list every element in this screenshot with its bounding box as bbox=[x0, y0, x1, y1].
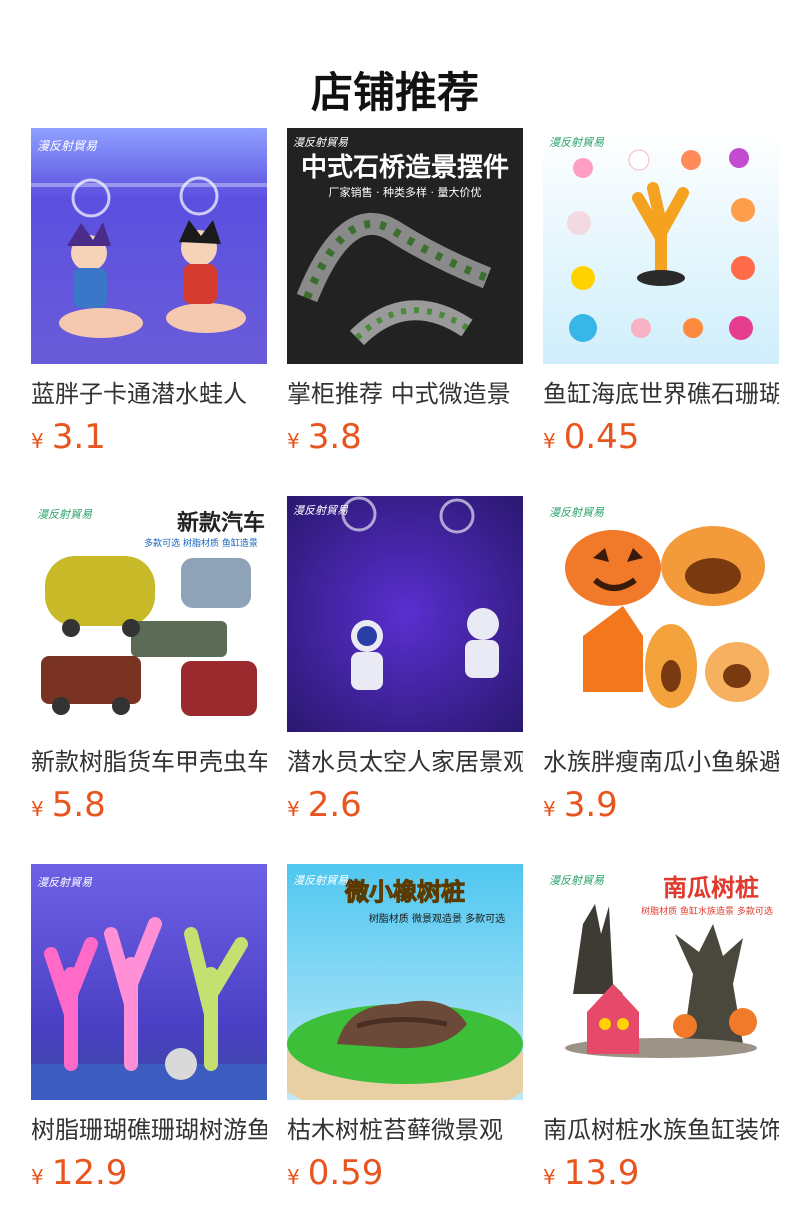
product-image[interactable]: 微小橡树桩 树脂材质 微景观造景 多款可选 漫反射貿易 bbox=[287, 864, 523, 1100]
brand-watermark: 漫反射貿易 bbox=[549, 136, 605, 149]
image-caption: 南瓜树桩 bbox=[663, 874, 759, 902]
product-card[interactable]: 漫反射貿易 鱼缸海底世界礁石珊瑚 ¥0.45 bbox=[543, 128, 779, 468]
product-title[interactable]: 潜水员太空人家居景观 bbox=[287, 744, 523, 780]
product-image[interactable]: 漫反射貿易 bbox=[31, 864, 267, 1100]
product-title[interactable]: 南瓜树桩水族鱼缸装饰 bbox=[543, 1112, 779, 1148]
price-value: 13.9 bbox=[563, 1153, 640, 1193]
brand-watermark: 漫反射貿易 bbox=[293, 136, 349, 149]
currency-symbol: ¥ bbox=[543, 1165, 556, 1189]
product-card[interactable]: 微小橡树桩 树脂材质 微景观造景 多款可选 漫反射貿易 枯木树桩苔藓微景观 ¥0… bbox=[287, 864, 523, 1204]
currency-symbol: ¥ bbox=[543, 797, 556, 821]
product-image[interactable]: 漫反射貿易 bbox=[543, 128, 779, 364]
image-subcaption: 树脂材质 鱼缸水族造景 多款可选 bbox=[641, 905, 773, 917]
currency-symbol: ¥ bbox=[287, 429, 300, 453]
image-caption: 新款汽车 bbox=[177, 510, 265, 536]
image-subcaption: 多款可选 树脂材质 鱼缸造景 bbox=[144, 537, 258, 549]
currency-symbol: ¥ bbox=[31, 429, 44, 453]
brand-watermark: 漫反射貿易 bbox=[549, 874, 605, 887]
price-value: 5.8 bbox=[51, 785, 106, 825]
product-image[interactable]: 漫反射貿易 bbox=[31, 128, 267, 364]
product-price: ¥3.9 bbox=[543, 784, 779, 826]
product-price: ¥0.45 bbox=[543, 416, 779, 458]
image-caption: 中式石桥造景摆件 bbox=[301, 153, 509, 183]
price-value: 0.45 bbox=[563, 417, 640, 457]
product-title[interactable]: 蓝胖子卡通潜水蛙人 bbox=[31, 376, 267, 412]
brand-watermark: 漫反射貿易 bbox=[37, 139, 98, 153]
product-card[interactable]: 南瓜树桩 树脂材质 鱼缸水族造景 多款可选 漫反射貿易 南瓜树桩水族鱼缸装饰 ¥… bbox=[543, 864, 779, 1204]
brand-watermark: 漫反射貿易 bbox=[293, 874, 349, 887]
product-title[interactable]: 新款树脂货车甲壳虫车 bbox=[31, 744, 267, 780]
price-value: 3.9 bbox=[563, 785, 618, 825]
product-price: ¥12.9 bbox=[31, 1152, 267, 1194]
currency-symbol: ¥ bbox=[31, 797, 44, 821]
product-image[interactable]: 漫反射貿易 bbox=[543, 496, 779, 732]
product-price: ¥0.59 bbox=[287, 1152, 523, 1194]
price-value: 12.9 bbox=[51, 1153, 128, 1193]
product-image[interactable]: 中式石桥造景摆件 厂家销售 · 种类多样 · 量大价优 漫反射貿易 bbox=[287, 128, 523, 364]
product-card[interactable]: 漫反射貿易 水族胖瘦南瓜小鱼躲避屋 ¥3.9 bbox=[543, 496, 779, 836]
product-title[interactable]: 水族胖瘦南瓜小鱼躲避屋 bbox=[543, 744, 779, 780]
product-image[interactable]: 漫反射貿易 bbox=[287, 496, 523, 732]
currency-symbol: ¥ bbox=[31, 1165, 44, 1189]
price-value: 0.59 bbox=[307, 1153, 384, 1193]
image-caption: 微小橡树桩 bbox=[344, 878, 465, 906]
product-card[interactable]: 漫反射貿易 潜水员太空人家居景观 ¥2.6 bbox=[287, 496, 523, 836]
product-title[interactable]: 枯木树桩苔藓微景观 bbox=[287, 1112, 523, 1148]
currency-symbol: ¥ bbox=[543, 429, 556, 453]
product-card[interactable]: 新款汽车 多款可选 树脂材质 鱼缸造景 漫反射貿易 新款树脂货车甲壳虫车 ¥5.… bbox=[31, 496, 267, 836]
currency-symbol: ¥ bbox=[287, 797, 300, 821]
brand-watermark: 漫反射貿易 bbox=[37, 508, 93, 521]
currency-symbol: ¥ bbox=[287, 1165, 300, 1189]
product-price: ¥2.6 bbox=[287, 784, 523, 826]
page-title: 店铺推荐 bbox=[310, 68, 479, 118]
product-price: ¥3.1 bbox=[31, 416, 267, 458]
product-image[interactable]: 南瓜树桩 树脂材质 鱼缸水族造景 多款可选 漫反射貿易 bbox=[543, 864, 779, 1100]
product-card[interactable]: 漫反射貿易 树脂珊瑚礁珊瑚树游鱼 ¥12.9 bbox=[31, 864, 267, 1204]
price-value: 3.1 bbox=[51, 417, 106, 457]
price-value: 2.6 bbox=[307, 785, 362, 825]
brand-watermark: 漫反射貿易 bbox=[549, 506, 605, 519]
product-image[interactable]: 新款汽车 多款可选 树脂材质 鱼缸造景 漫反射貿易 bbox=[31, 496, 267, 732]
product-title[interactable]: 掌柜推荐 中式微造景 bbox=[287, 376, 523, 412]
product-price: ¥5.8 bbox=[31, 784, 267, 826]
image-subcaption: 厂家销售 · 种类多样 · 量大价优 bbox=[329, 185, 482, 199]
product-price: ¥3.8 bbox=[287, 416, 523, 458]
image-subcaption: 树脂材质 微景观造景 多款可选 bbox=[369, 912, 505, 925]
product-price: ¥13.9 bbox=[543, 1152, 779, 1194]
product-card[interactable]: 中式石桥造景摆件 厂家销售 · 种类多样 · 量大价优 漫反射貿易 掌柜推荐 中… bbox=[287, 128, 523, 468]
brand-watermark: 漫反射貿易 bbox=[37, 876, 93, 889]
product-title[interactable]: 树脂珊瑚礁珊瑚树游鱼 bbox=[31, 1112, 267, 1148]
price-value: 3.8 bbox=[307, 417, 362, 457]
brand-watermark: 漫反射貿易 bbox=[293, 504, 349, 517]
product-card[interactable]: 漫反射貿易 蓝胖子卡通潜水蛙人 ¥3.1 bbox=[31, 128, 267, 468]
product-title[interactable]: 鱼缸海底世界礁石珊瑚 bbox=[543, 376, 779, 412]
